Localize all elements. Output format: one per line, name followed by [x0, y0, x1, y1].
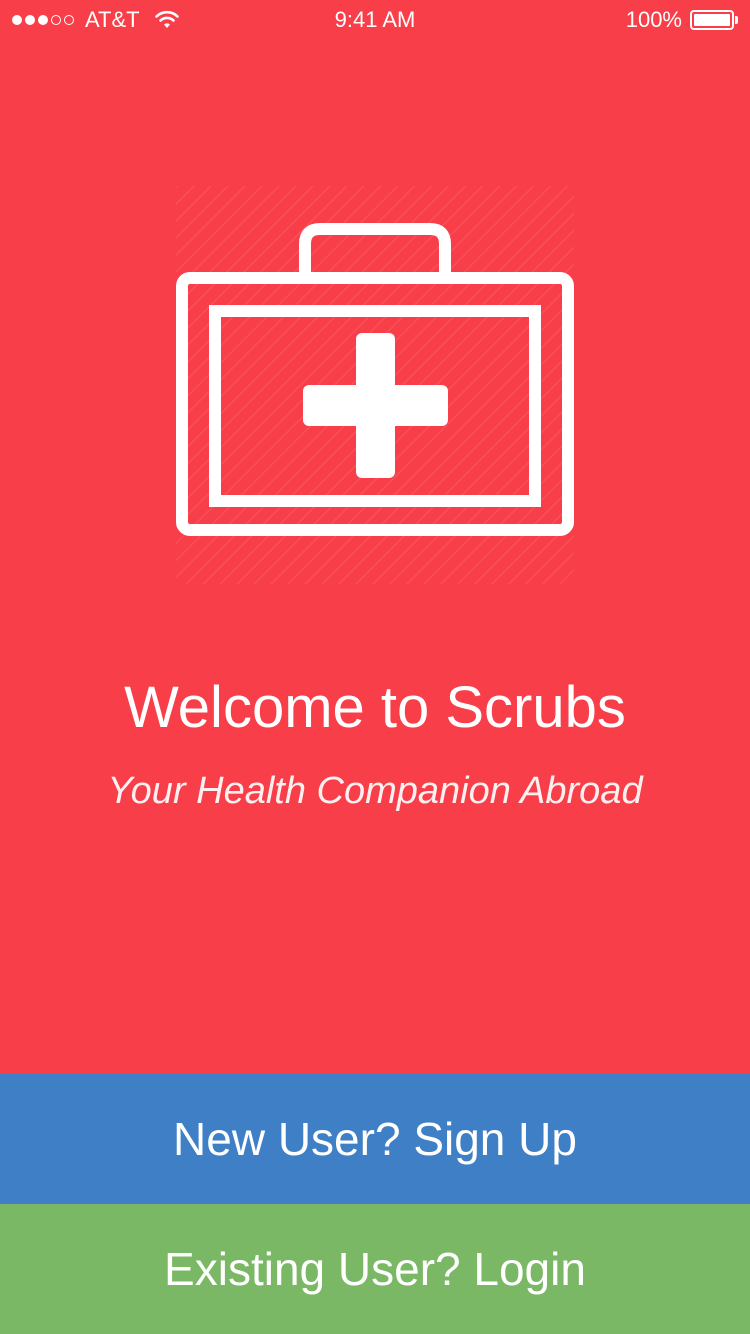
battery-tip	[735, 16, 738, 24]
battery-percent: 100%	[625, 7, 682, 32]
login-button[interactable]: Existing User? Login	[0, 1204, 750, 1334]
battery-fill	[694, 14, 730, 26]
welcome-subtitle: Your Health Companion Abroad	[107, 770, 643, 812]
welcome-title: Welcome to Scrubs	[124, 675, 626, 740]
sign-up-button[interactable]: New User? Sign Up	[0, 1074, 750, 1204]
first-aid-kit-icon	[176, 186, 574, 584]
status-bar: AT&T 9:41 AM 100%	[0, 0, 750, 40]
battery-icon	[690, 10, 734, 30]
welcome-screen: AT&T 9:41 AM 100% Welcome to Scrubs Your…	[0, 0, 750, 1334]
status-right: 100%	[625, 7, 738, 32]
